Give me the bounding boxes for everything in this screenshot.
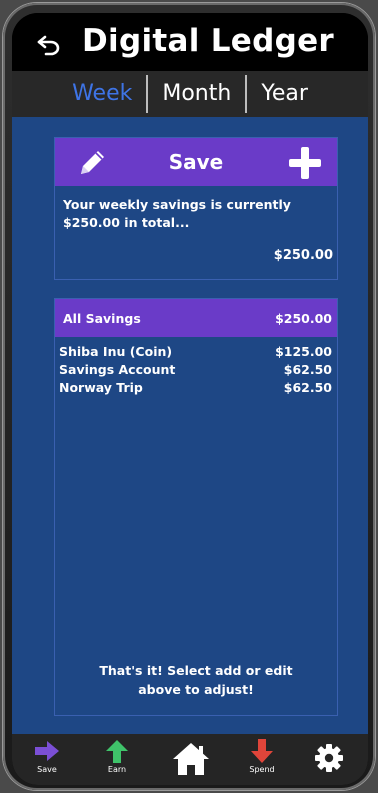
nav-save-label: Save — [37, 765, 57, 774]
gear-icon — [315, 744, 343, 772]
tab-month[interactable]: Month — [148, 75, 245, 113]
page-title: Digital Ledger — [82, 23, 335, 59]
savings-breakdown-card: All Savings $250.00 Shiba Inu (Coin) $12… — [54, 298, 338, 716]
nav-settings-button[interactable] — [304, 743, 354, 785]
tab-week[interactable]: Week — [58, 75, 146, 113]
arrow-up-icon — [106, 740, 128, 763]
nav-earn-label: Earn — [107, 765, 127, 774]
weekly-savings-message: Your weekly savings is currently $250.00… — [63, 197, 291, 230]
instructions-line-1: That's it! Select add or edit — [99, 663, 293, 678]
savings-item-name: Norway Trip — [59, 380, 143, 395]
weekly-savings-total: $250.00 — [273, 248, 333, 263]
top-bar: Digital Ledger — [12, 13, 368, 71]
list-item[interactable]: Savings Account $62.50 — [59, 361, 332, 379]
instructions-note: That's it! Select add or edit above to a… — [55, 661, 337, 699]
nav-spend-label: Spend — [249, 765, 275, 774]
save-card: Save Your weekly savings is currently $2… — [54, 137, 338, 280]
tab-year[interactable]: Year — [247, 75, 322, 113]
nav-spend-button[interactable]: Spend — [237, 738, 287, 782]
instructions-line-2: above to adjust! — [138, 682, 254, 697]
nav-earn-button[interactable]: Earn — [92, 738, 142, 782]
plus-add-icon[interactable] — [287, 145, 323, 181]
savings-item-amount: $62.50 — [283, 380, 332, 395]
all-savings-header: All Savings $250.00 — [55, 299, 337, 337]
savings-item-name: Shiba Inu (Coin) — [59, 344, 173, 359]
nav-save-button[interactable]: Save — [22, 738, 72, 782]
arrow-down-icon — [251, 739, 273, 763]
all-savings-label: All Savings — [63, 310, 141, 326]
save-card-header: Save — [55, 138, 337, 186]
all-savings-total: $250.00 — [275, 310, 332, 326]
savings-item-name: Savings Account — [59, 362, 176, 377]
savings-item-amount: $62.50 — [283, 362, 332, 377]
phone-frame: Digital Ledger Week Month Year Save Your… — [3, 3, 375, 790]
nav-home-button[interactable] — [166, 741, 216, 785]
period-tabs: Week Month Year — [12, 71, 368, 117]
savings-item-amount: $125.00 — [275, 344, 332, 359]
list-item[interactable]: Shiba Inu (Coin) $125.00 — [59, 343, 332, 361]
main-content: Save Your weekly savings is currently $2… — [12, 117, 368, 734]
arrow-right-icon — [35, 741, 59, 761]
app-screen: Digital Ledger Week Month Year Save Your… — [12, 13, 368, 785]
bottom-nav: Save Earn Spend — [12, 734, 368, 785]
home-icon — [173, 743, 209, 775]
back-arrow-icon[interactable] — [36, 34, 62, 56]
savings-list: Shiba Inu (Coin) $125.00 Savings Account… — [55, 337, 337, 397]
list-item[interactable]: Norway Trip $62.50 — [59, 379, 332, 397]
